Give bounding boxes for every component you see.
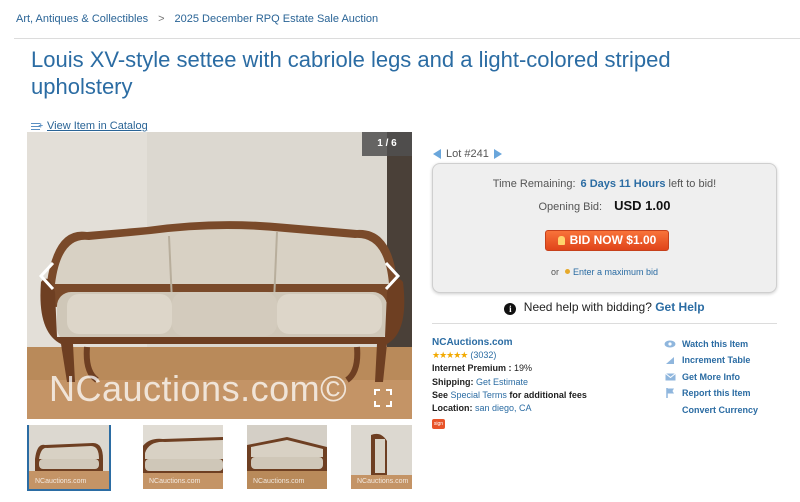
next-image-button[interactable] xyxy=(378,260,404,292)
max-bid-prefix: or xyxy=(550,267,559,277)
list-icon: + xyxy=(31,121,43,131)
convert-currency-link[interactable]: Convert Currency xyxy=(664,402,758,418)
thumbnail-watermark: NCauctions.com xyxy=(35,478,87,485)
terms-suffix: for additional fees xyxy=(509,389,587,400)
envelope-icon xyxy=(664,372,676,382)
view-in-catalog-link[interactable]: + View Item in Catalog xyxy=(31,120,148,132)
rating-count-link[interactable]: (3032) xyxy=(470,350,496,360)
info-icon: i xyxy=(504,303,517,315)
help-text: Need help with bidding? xyxy=(523,300,652,314)
report-item-link[interactable]: Report this Item xyxy=(664,385,758,401)
thumbnail-strip: NCauctions.com NCauctions.com NCauctions… xyxy=(27,425,412,491)
increment-table-label: Increment Table xyxy=(682,355,751,366)
page-title: Louis XV-style settee with cabriole legs… xyxy=(31,47,671,99)
report-item-label: Report this Item xyxy=(682,388,751,399)
terms-prefix: See xyxy=(432,389,449,400)
image-watermark: NCauctions.com© xyxy=(49,368,348,409)
time-remaining-row: Time Remaining: 6 Days 11 Hours left to bi… xyxy=(433,178,776,190)
time-remaining-label: Time Remaining: xyxy=(492,178,576,190)
watch-item-label: Watch this Item xyxy=(682,339,749,349)
location-value[interactable]: san diego, CA xyxy=(475,403,532,413)
max-bid-row: or Enter a maximum bid xyxy=(433,267,776,277)
convert-currency-label: Convert Currency xyxy=(682,404,759,415)
lot-navigation: Lot #241 xyxy=(433,148,502,160)
view-in-catalog-label: View Item in Catalog xyxy=(47,120,148,132)
next-lot-icon[interactable] xyxy=(493,149,502,159)
thumbnail-watermark: NCauctions.com xyxy=(149,478,201,485)
chevron-left-icon xyxy=(38,261,55,291)
get-more-info-link[interactable]: Get More Info xyxy=(664,369,758,385)
thumbnail-2[interactable]: NCauctions.com xyxy=(143,425,223,489)
shipping-estimate-link[interactable]: Get Estimate xyxy=(476,377,528,387)
thumbnail-4[interactable]: NCauctions.com xyxy=(351,425,412,489)
time-remaining-value: 6 Days 11 Hours xyxy=(580,178,666,190)
max-bid-icon xyxy=(564,269,570,274)
increment-table-link[interactable]: Increment Table xyxy=(664,352,758,368)
previous-lot-icon[interactable] xyxy=(433,149,441,159)
item-actions: Watch this Item Increment Table Get More… xyxy=(664,336,758,418)
eye-icon xyxy=(664,339,676,349)
flag-icon xyxy=(664,388,676,399)
breadcrumb: Art, Antiques & Collectibles > 2025 Dece… xyxy=(16,13,378,25)
main-item-image[interactable]: 1 / 6 NCauctions.com© xyxy=(27,132,412,419)
breadcrumb-auction-link[interactable]: 2025 December RPQ Estate Sale Auction xyxy=(175,13,379,25)
expand-icon xyxy=(374,389,392,407)
thumbnail-watermark: NCauctions.com xyxy=(357,478,409,485)
time-remaining-suffix: left to bid! xyxy=(668,178,717,190)
breadcrumb-category-link[interactable]: Art, Antiques & Collectibles xyxy=(16,13,148,25)
get-help-link[interactable]: Get Help xyxy=(655,300,704,314)
premium-label: Internet Premium : xyxy=(432,363,512,374)
seller-info: NCAuctions.com ★★★★★ (3032) Internet Prem… xyxy=(432,336,587,430)
thumbnail-3[interactable]: NCauctions.com xyxy=(247,425,327,489)
chevron-right-icon xyxy=(384,261,401,291)
opening-bid-row: Opening Bid: USD 1.00 xyxy=(433,198,776,213)
lot-number: Lot #241 xyxy=(446,148,489,160)
gavel-icon xyxy=(557,236,565,245)
shipping-label: Shipping: xyxy=(432,376,474,387)
bidding-help: i Need help with bidding? Get Help xyxy=(432,300,777,315)
breadcrumb-separator: > xyxy=(158,13,165,25)
bid-now-label: BID NOW $1.00 xyxy=(569,233,657,247)
thumbnail-1[interactable]: NCauctions.com xyxy=(27,425,111,491)
watch-item-link[interactable]: Watch this Item xyxy=(664,336,758,352)
chart-icon xyxy=(664,356,676,366)
max-bid-link[interactable]: Enter a maximum bid xyxy=(573,267,658,277)
opening-bid-value: USD 1.00 xyxy=(614,198,671,213)
image-counter: 1 / 6 xyxy=(362,132,412,156)
seller-badge-icon[interactable]: sign xyxy=(432,419,445,430)
location-label: Location: xyxy=(432,403,473,414)
opening-bid-label: Opening Bid: xyxy=(538,201,603,213)
fullscreen-button[interactable] xyxy=(374,389,392,407)
thumbnail-watermark: NCauctions.com xyxy=(253,478,305,485)
get-more-info-label: Get More Info xyxy=(682,371,740,382)
bid-now-button[interactable]: BID NOW $1.00 xyxy=(545,230,669,251)
bid-panel: Time Remaining: 6 Days 11 Hours left to bi… xyxy=(432,163,777,293)
rating-stars: ★★★★★ xyxy=(432,350,468,361)
seller-name-link[interactable]: NCAuctions.com xyxy=(432,337,513,348)
help-divider xyxy=(432,323,777,324)
premium-value: 19% xyxy=(514,363,533,374)
previous-image-button[interactable] xyxy=(35,260,61,292)
header-divider xyxy=(14,38,800,39)
special-terms-link[interactable]: Special Terms xyxy=(451,390,507,400)
